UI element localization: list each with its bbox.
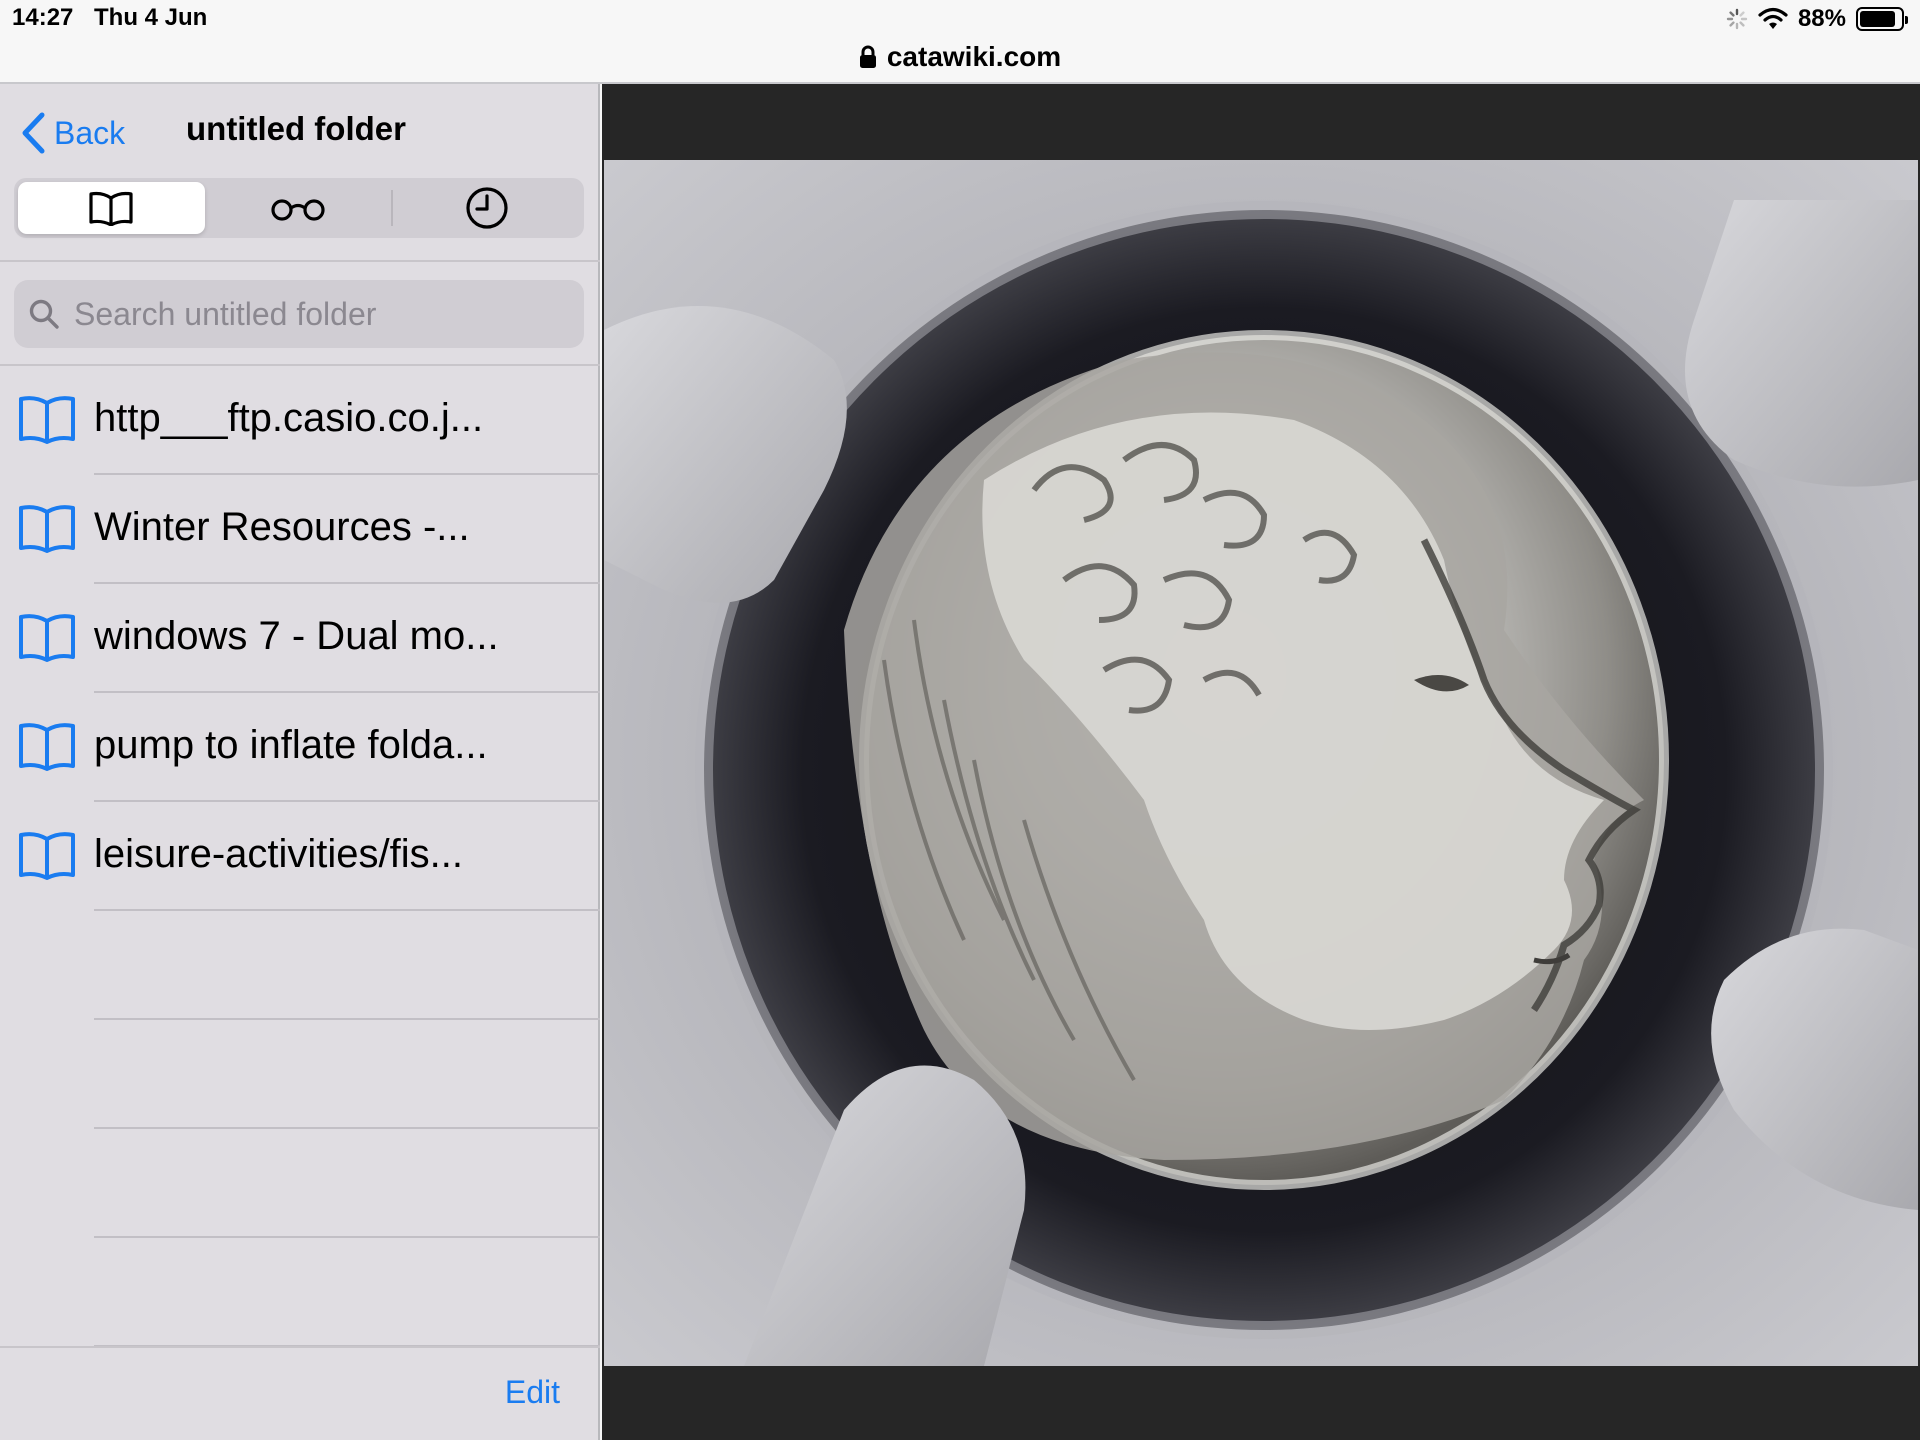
bookmark-book-icon (19, 614, 75, 662)
status-date: Thu 4 Jun (94, 4, 208, 31)
bookmark-label: leisure-activities/fis... (94, 832, 463, 876)
activity-spinner-icon (1726, 8, 1748, 30)
tab-history[interactable] (393, 182, 580, 234)
battery-icon (1856, 7, 1908, 31)
sidebar-footer: Edit (0, 1346, 600, 1440)
wifi-icon (1758, 7, 1788, 29)
battery-fill (1860, 11, 1896, 27)
web-content[interactable] (602, 84, 1920, 1440)
divider (0, 260, 600, 262)
bookmark-item[interactable]: http___ftp.casio.co.j... (0, 366, 600, 475)
search-field[interactable] (14, 280, 584, 348)
empty-list-row (0, 1020, 600, 1129)
status-indicators: 88% (1726, 4, 1908, 34)
chevron-left-icon (22, 112, 45, 154)
bookmark-item[interactable]: Winter Resources -... (0, 475, 600, 584)
bookmark-label: http___ftp.casio.co.j... (94, 396, 484, 440)
bookmark-item[interactable]: pump to inflate folda... (0, 693, 600, 802)
tab-bookmarks[interactable] (18, 182, 205, 234)
bookmark-book-icon (19, 832, 75, 880)
lock-icon (859, 45, 876, 68)
status-time: 14:27 (12, 4, 74, 31)
bookmark-list: http___ftp.casio.co.j... Winter Resource… (0, 366, 600, 1347)
clock-icon (466, 187, 508, 229)
status-bar: 14:27 Thu 4 Jun 88% catawiki.com (0, 0, 1920, 84)
search-icon (29, 299, 59, 329)
search-input[interactable] (72, 294, 572, 334)
battery-percentage: 88% (1797, 5, 1846, 32)
bookmarks-sidebar: Back untitled folder Search untitled fol… (0, 84, 600, 1440)
bookmark-label: Winter Resources -... (94, 505, 470, 549)
url-text: catawiki.com (886, 41, 1062, 72)
glasses-icon (271, 199, 325, 221)
empty-list-row (0, 1129, 600, 1238)
sidebar-segmented-control (14, 178, 584, 238)
bookmark-item[interactable]: windows 7 - Dual mo... (0, 584, 600, 693)
coin-photo[interactable] (604, 160, 1918, 1366)
address-bar[interactable]: catawiki.com (0, 38, 1920, 76)
bookmark-book-icon (19, 505, 75, 553)
back-label: Back (54, 114, 126, 151)
bookmark-book-icon (19, 723, 75, 771)
tab-reading-list[interactable] (205, 182, 392, 234)
bookmark-label: pump to inflate folda... (94, 723, 488, 767)
bookmark-label: windows 7 - Dual mo... (94, 614, 499, 658)
empty-list-row (0, 1238, 600, 1347)
folder-title: untitled folder (186, 110, 406, 147)
bookmark-book-icon (19, 396, 75, 444)
back-button[interactable]: Back (20, 108, 125, 158)
book-icon (89, 191, 133, 226)
bookmark-item[interactable]: leisure-activities/fis... (0, 802, 600, 911)
empty-list-row (0, 911, 600, 1020)
edit-button[interactable]: Edit (505, 1374, 560, 1411)
